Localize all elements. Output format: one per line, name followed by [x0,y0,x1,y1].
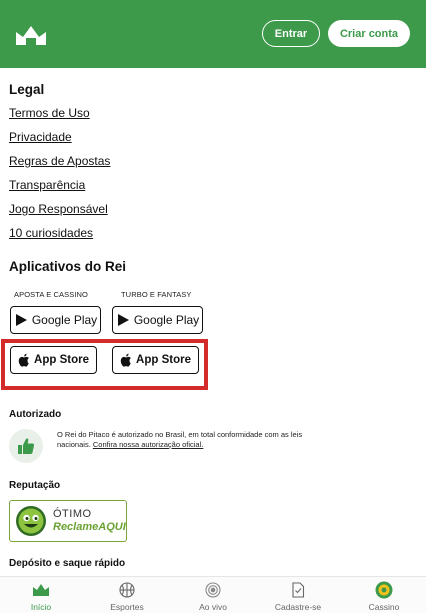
nav-signup-label: Cadastre-se [274,602,322,612]
legal-heading: Legal [9,82,45,97]
nav-sports[interactable]: Esportes [92,581,162,612]
app-store-button-turbo[interactable]: App Store [112,346,199,374]
nav-casino-label: Cassino [368,602,400,612]
crown-icon [32,581,50,599]
google-play-label: Google Play [31,313,98,327]
link-responsible-gaming[interactable]: Jogo Responsável [9,202,108,216]
reclame-aqui-brand: ReclameAQUI [53,521,126,533]
top-header: Entrar Criar conta [0,0,426,68]
login-button[interactable]: Entrar [262,20,320,47]
bottom-navigation: Início Esportes Ao vivo Cadastre-se Cass… [0,576,426,613]
nav-live-label: Ao vivo [199,602,227,612]
apple-icon [120,353,131,367]
reputation-heading: Reputação [9,480,61,491]
nav-live[interactable]: Ao vivo [178,581,248,612]
nav-sports-label: Esportes [110,602,144,612]
apps-heading: Aplicativos do Rei [9,259,127,274]
google-play-icon [117,314,129,326]
google-play-button-turbo[interactable]: Google Play [112,306,203,334]
google-play-button-main[interactable]: Google Play [10,306,101,334]
apps-col2-label: TURBO E FANTASY [121,290,192,299]
authorization-link[interactable]: Confira nossa autorização oficial. [93,440,203,449]
google-play-label: Google Play [133,313,200,327]
nav-signup[interactable]: Cadastre-se [263,581,333,612]
authorized-text: O Rei do Pitaco é autorizado no Brasil, … [57,430,312,449]
authorized-heading: Autorizado [9,409,62,420]
crown-logo-icon[interactable] [14,24,48,46]
signup-icon [289,581,307,599]
link-betting-rules[interactable]: Regras de Apostas [9,154,110,168]
nav-casino[interactable]: Cassino [349,581,419,612]
nav-home-label: Início [30,602,52,612]
casino-icon [375,581,393,599]
app-store-label: App Store [136,354,191,366]
signup-button[interactable]: Criar conta [328,20,410,47]
reclame-aqui-badge[interactable]: ÓTIMO ReclameAQUI [9,500,127,542]
link-privacy[interactable]: Privacidade [9,130,72,144]
reputation-rating: ÓTIMO [53,508,92,520]
reclame-aqui-face-icon [16,506,46,536]
nav-home[interactable]: Início [6,581,76,612]
apple-icon [18,353,29,367]
payments-heading: Depósito e saque rápido [9,558,126,569]
apps-col1-label: APOSTA E CASSINO [14,290,88,299]
thumbs-up-icon [18,438,35,454]
app-store-button-main[interactable]: App Store [10,346,97,374]
link-transparency[interactable]: Transparência [9,178,85,192]
authorized-badge [9,429,43,463]
live-icon [204,581,222,599]
link-curiosities[interactable]: 10 curiosidades [9,226,93,240]
app-store-label: App Store [34,354,89,366]
google-play-icon [15,314,27,326]
basketball-icon [118,581,136,599]
link-terms[interactable]: Termos de Uso [9,106,90,120]
